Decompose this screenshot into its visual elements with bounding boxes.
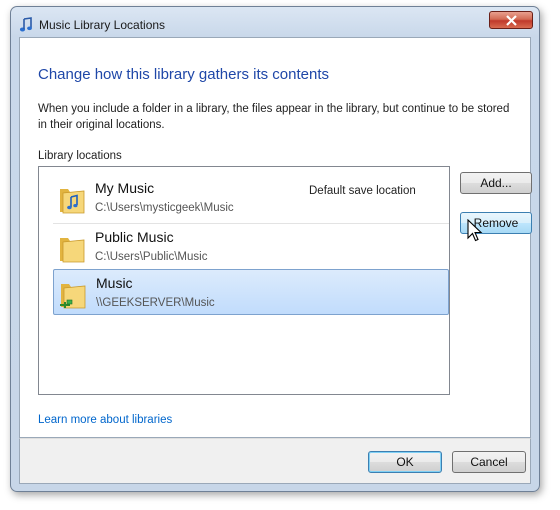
location-name: Public Music xyxy=(95,229,174,245)
cancel-button[interactable]: Cancel xyxy=(452,451,526,473)
list-item-selected[interactable]: Music \\GEEKSERVER\Music xyxy=(53,269,449,315)
location-name: Music xyxy=(96,275,133,291)
learn-more-link[interactable]: Learn more about libraries xyxy=(38,414,172,426)
folder-icon xyxy=(60,238,85,263)
dialog-content: Change how this library gathers its cont… xyxy=(19,37,532,438)
library-locations-list[interactable]: My Music C:\Users\mysticgeek\Music Defau… xyxy=(38,166,450,395)
dialog-footer: OK Cancel xyxy=(19,438,531,484)
library-locations-label: Library locations xyxy=(38,150,122,162)
default-save-location-label: Default save location xyxy=(309,185,416,197)
mouse-cursor-icon xyxy=(467,219,483,242)
close-button[interactable] xyxy=(489,11,533,29)
location-name: My Music xyxy=(95,180,155,196)
description-text: When you include a folder in a library, … xyxy=(38,103,510,131)
list-item[interactable]: My Music C:\Users\mysticgeek\Music Defau… xyxy=(53,175,449,221)
close-icon xyxy=(506,15,517,26)
dialog-window: Music Library Locations Change how this … xyxy=(10,6,540,492)
music-folder-icon xyxy=(60,189,85,214)
page-title: Change how this library gathers its cont… xyxy=(38,66,329,83)
location-path: C:\Users\Public\Music xyxy=(95,251,208,263)
list-item[interactable]: Public Music C:\Users\Public\Music xyxy=(53,223,449,269)
location-path: C:\Users\mysticgeek\Music xyxy=(95,202,234,214)
add-button[interactable]: Add... xyxy=(460,172,532,194)
window-title: Music Library Locations xyxy=(39,18,166,32)
music-note-icon xyxy=(19,17,32,32)
location-path: \\GEEKSERVER\Music xyxy=(96,297,215,309)
ok-button[interactable]: OK xyxy=(368,451,442,473)
network-folder-icon xyxy=(60,284,86,309)
